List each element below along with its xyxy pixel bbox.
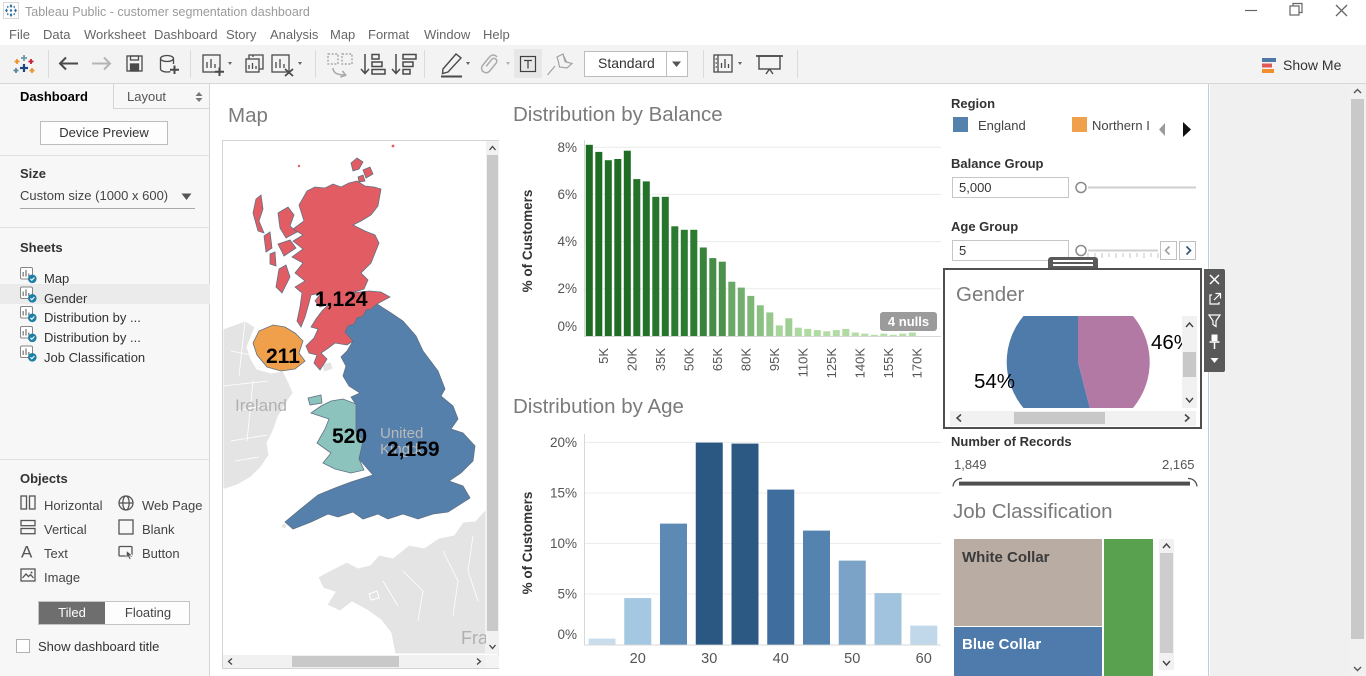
svg-text:6%: 6% — [557, 187, 577, 202]
svg-text:0%: 0% — [557, 319, 577, 334]
svg-text:40: 40 — [773, 651, 789, 667]
svg-text:Ireland: Ireland — [235, 396, 287, 415]
svg-text:2%: 2% — [557, 281, 577, 296]
svg-text:% of Customers: % of Customers — [520, 190, 535, 293]
svg-text:80K: 80K — [738, 348, 753, 371]
svg-text:4%: 4% — [557, 234, 577, 249]
svg-text:110K: 110K — [795, 348, 810, 378]
svg-text:4 nulls: 4 nulls — [888, 314, 929, 329]
svg-text:65K: 65K — [710, 348, 725, 371]
svg-text:35K: 35K — [653, 348, 668, 371]
svg-text:95K: 95K — [767, 348, 782, 371]
svg-text:50K: 50K — [681, 348, 696, 371]
svg-text:A: A — [21, 543, 33, 562]
svg-text:155K: 155K — [881, 348, 896, 379]
svg-text:520: 520 — [332, 425, 367, 448]
svg-text:5%: 5% — [557, 587, 577, 602]
svg-text:2,159: 2,159 — [387, 438, 440, 461]
svg-text:10%: 10% — [550, 536, 577, 551]
svg-text:5K: 5K — [596, 348, 611, 364]
svg-text:125K: 125K — [824, 348, 839, 379]
svg-text:20: 20 — [630, 651, 646, 667]
svg-text:Fra: Fra — [461, 628, 486, 648]
svg-text:20K: 20K — [624, 348, 639, 371]
svg-text:% of Customers: % of Customers — [520, 492, 535, 595]
svg-text:8%: 8% — [557, 140, 577, 155]
svg-text:0%: 0% — [557, 627, 577, 642]
svg-text:140K: 140K — [852, 348, 867, 379]
svg-text:54%: 54% — [974, 370, 1015, 393]
svg-text:15%: 15% — [550, 486, 577, 501]
svg-text:50: 50 — [844, 651, 860, 667]
svg-text:60: 60 — [916, 651, 932, 667]
svg-text:1,124: 1,124 — [315, 288, 368, 311]
svg-text:211: 211 — [266, 345, 300, 368]
svg-text:30: 30 — [701, 651, 717, 667]
svg-text:20%: 20% — [550, 435, 577, 450]
svg-text:170K: 170K — [909, 348, 924, 379]
